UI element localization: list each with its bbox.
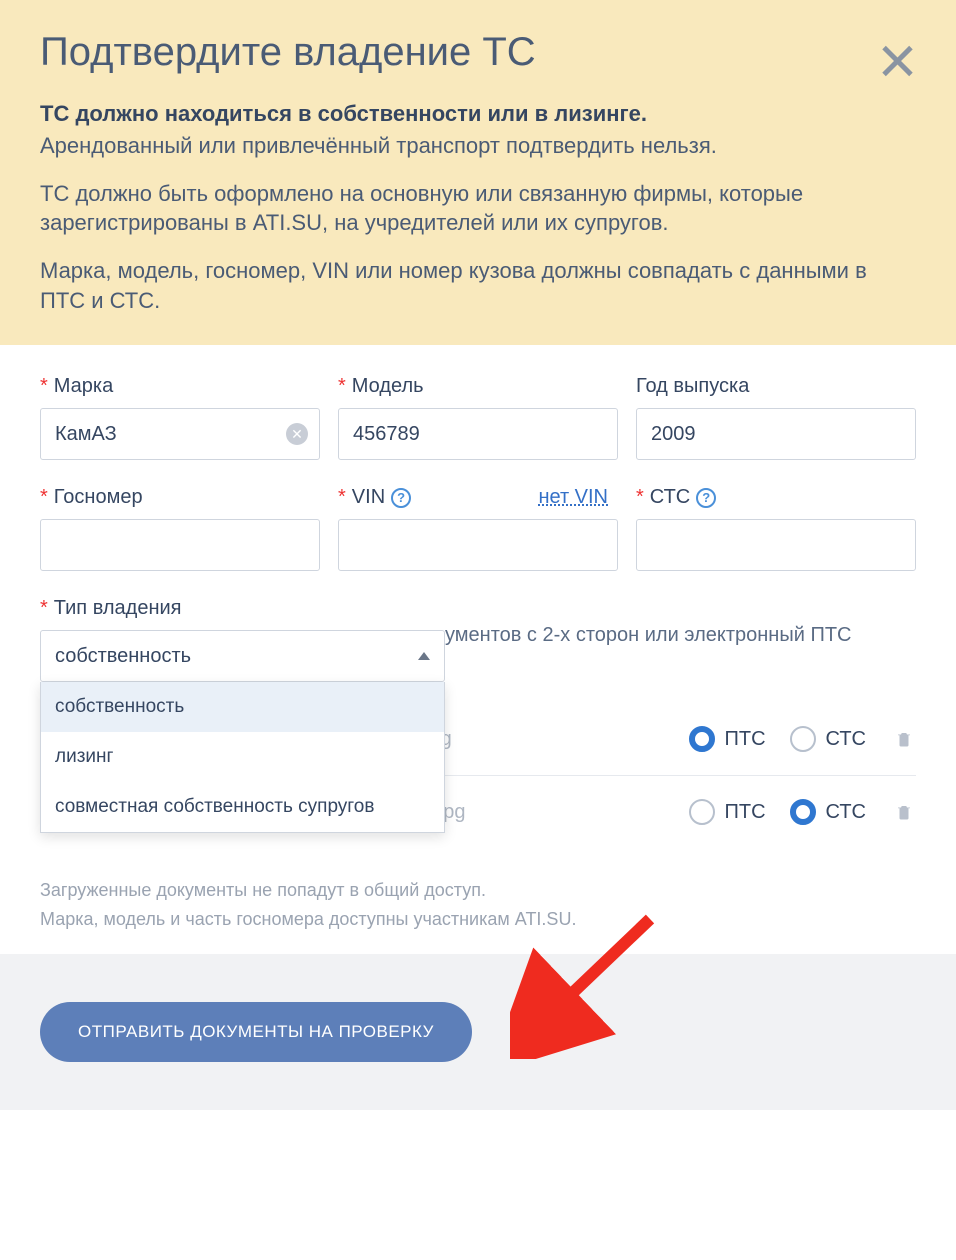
modal-footer: ОТПРАВИТЬ ДОКУМЕНТЫ НА ПРОВЕРКУ [0, 954, 956, 1110]
ownership-selected-value: собственность [55, 645, 191, 668]
header-desc-3: Марка, модель, госномер, VIN или номер к… [40, 256, 916, 315]
label-year: Год выпуска [636, 375, 749, 398]
trash-icon[interactable] [892, 800, 916, 824]
submit-button[interactable]: ОТПРАВИТЬ ДОКУМЕНТЫ НА ПРОВЕРКУ [40, 1002, 472, 1062]
header-desc-bold: ТС должно находиться в собственности или… [40, 101, 916, 127]
help-sts-icon[interactable]: ? [696, 488, 716, 508]
radio-sts-label: СТС [826, 728, 866, 751]
radio-pts-file2[interactable] [689, 799, 715, 825]
no-vin-link[interactable]: нет VIN [538, 486, 608, 509]
fine-print-line1: Загруженные документы не попадут в общий… [40, 876, 916, 905]
radio-sts-file2[interactable] [790, 799, 816, 825]
fine-print: Загруженные документы не попадут в общий… [40, 876, 916, 934]
help-vin-icon[interactable]: ? [391, 488, 411, 508]
required-star-icon: * [40, 486, 48, 509]
required-star-icon: * [40, 597, 48, 620]
modal-header: Подтвердите владение ТС ТС должно находи… [0, 0, 956, 345]
gosnomer-input[interactable] [40, 519, 320, 571]
required-star-icon: * [338, 486, 346, 509]
radio-pts-label: ПТС [725, 728, 766, 751]
ownership-option-own[interactable]: собственность [41, 682, 444, 732]
radio-pts-file1[interactable] [689, 726, 715, 752]
annotation-arrow-icon [510, 899, 670, 1059]
vin-input[interactable] [338, 519, 618, 571]
radio-sts-file1[interactable] [790, 726, 816, 752]
brand-input[interactable] [40, 408, 320, 460]
year-input[interactable] [636, 408, 916, 460]
form-section: * Марка ✕ * Модель Год выпуска * [0, 345, 956, 954]
ownership-dropdown: собственность лизинг совместная собствен… [40, 682, 445, 833]
required-star-icon: * [40, 375, 48, 398]
ownership-option-joint[interactable]: совместная собственность супругов [41, 782, 444, 832]
radio-sts-label: СТС [826, 801, 866, 824]
fine-print-line2: Марка, модель и часть госномера доступны… [40, 905, 916, 934]
sts-input[interactable] [636, 519, 916, 571]
chevron-up-icon [418, 652, 430, 660]
label-vin: VIN [352, 486, 385, 509]
clear-brand-icon[interactable]: ✕ [286, 423, 308, 445]
header-desc-2: ТС должно быть оформлено на основную или… [40, 179, 916, 238]
required-star-icon: * [636, 486, 644, 509]
ownership-option-leasing[interactable]: лизинг [41, 732, 444, 782]
close-icon[interactable] [878, 42, 916, 80]
label-sts: СТС [650, 486, 690, 509]
label-ownership: Тип владения [54, 597, 182, 620]
header-desc-1: Арендованный или привлечённый транспорт … [40, 131, 916, 161]
label-gosnomer: Госномер [54, 486, 143, 509]
radio-pts-label: ПТС [725, 801, 766, 824]
required-star-icon: * [338, 375, 346, 398]
model-input[interactable] [338, 408, 618, 460]
trash-icon[interactable] [892, 727, 916, 751]
label-brand: Марка [54, 375, 113, 398]
ownership-select[interactable]: собственность [40, 630, 445, 682]
modal-title: Подтвердите владение ТС [40, 30, 916, 75]
label-model: Модель [352, 375, 424, 398]
